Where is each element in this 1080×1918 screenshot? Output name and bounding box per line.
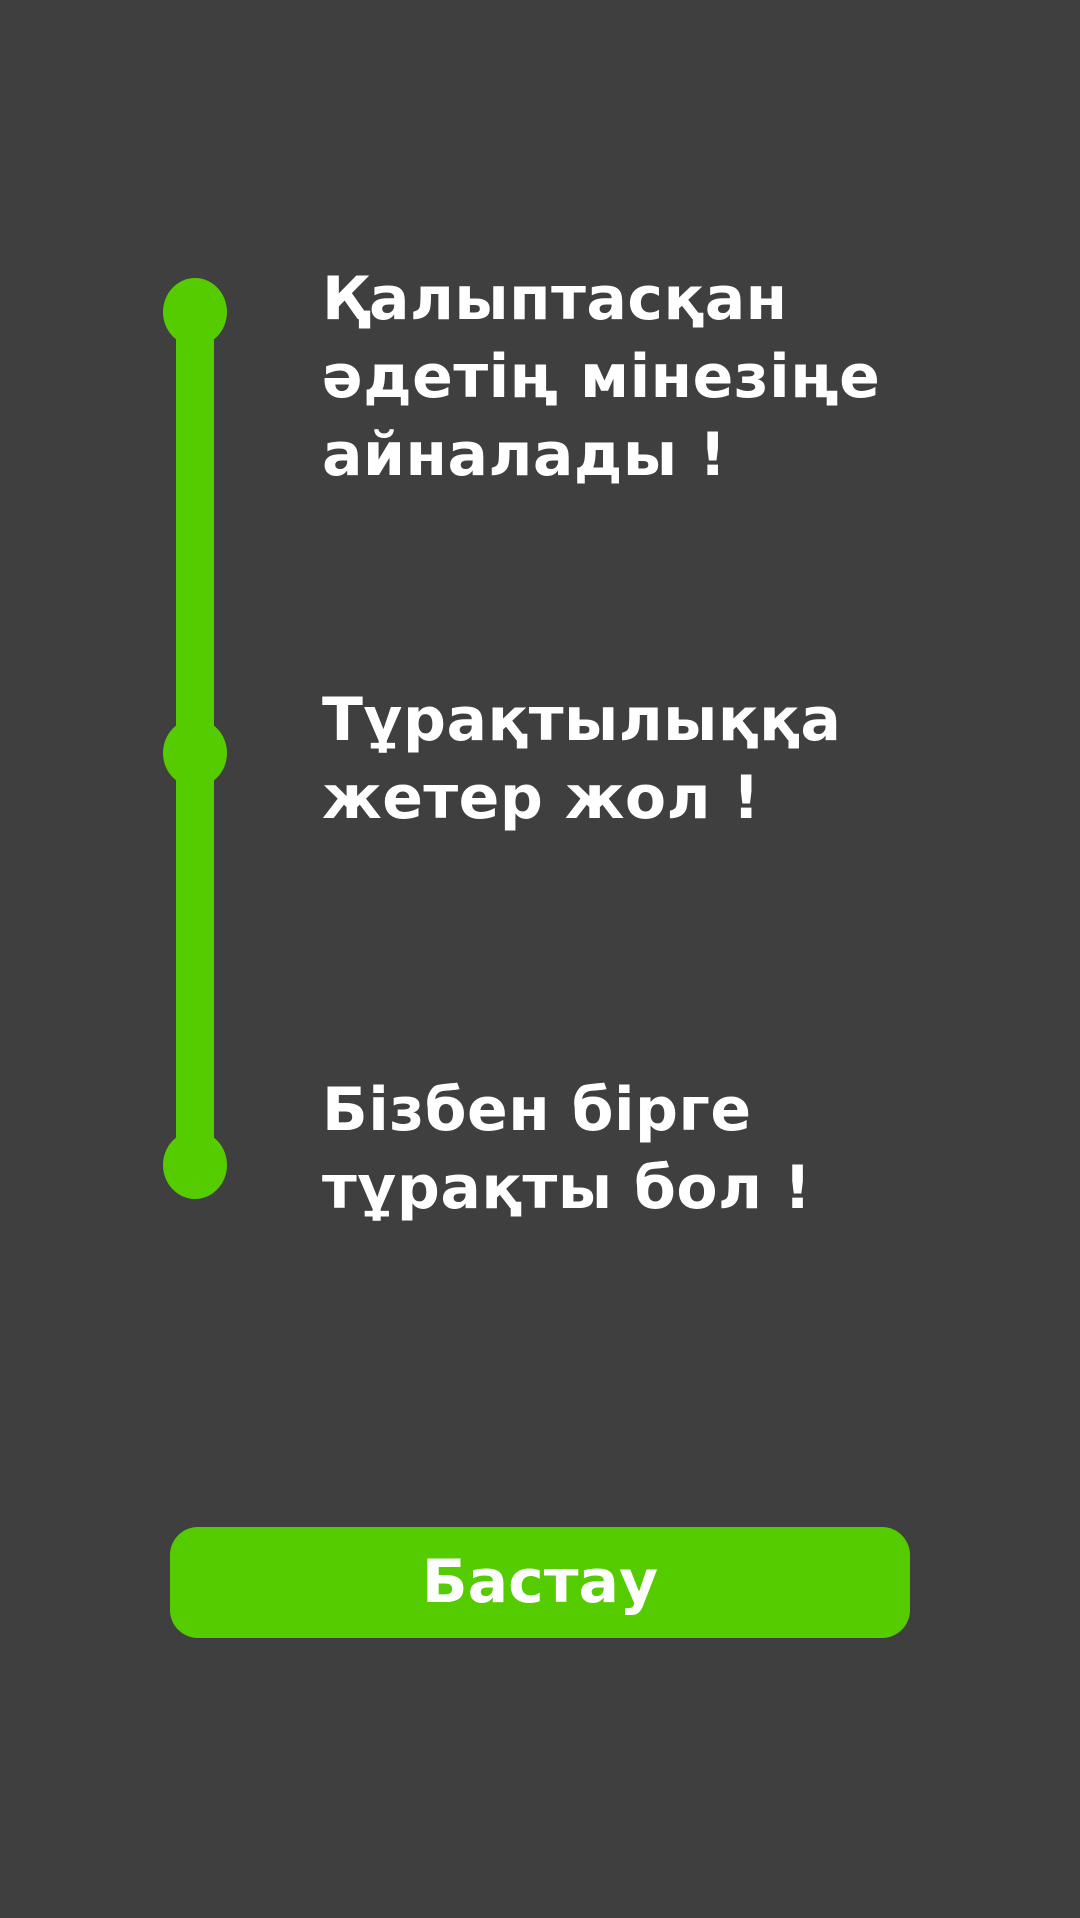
timeline-dot-1 bbox=[163, 278, 227, 346]
step-2-text: Тұрақтылыққа жетер жол ! bbox=[322, 685, 842, 833]
step-1-text: Қалыптасқан әдетің мінезіңе айналады ! bbox=[322, 264, 881, 490]
timeline-dot-3 bbox=[163, 1131, 227, 1199]
start-button[interactable]: Бастау bbox=[170, 1527, 910, 1638]
onboarding-screen: Қалыптасқан әдетің мінезіңе айналады ! Т… bbox=[0, 0, 1080, 1918]
timeline-dot-2 bbox=[163, 719, 227, 787]
step-3-text: Бізбен бірге тұрақты бол ! bbox=[322, 1075, 812, 1223]
